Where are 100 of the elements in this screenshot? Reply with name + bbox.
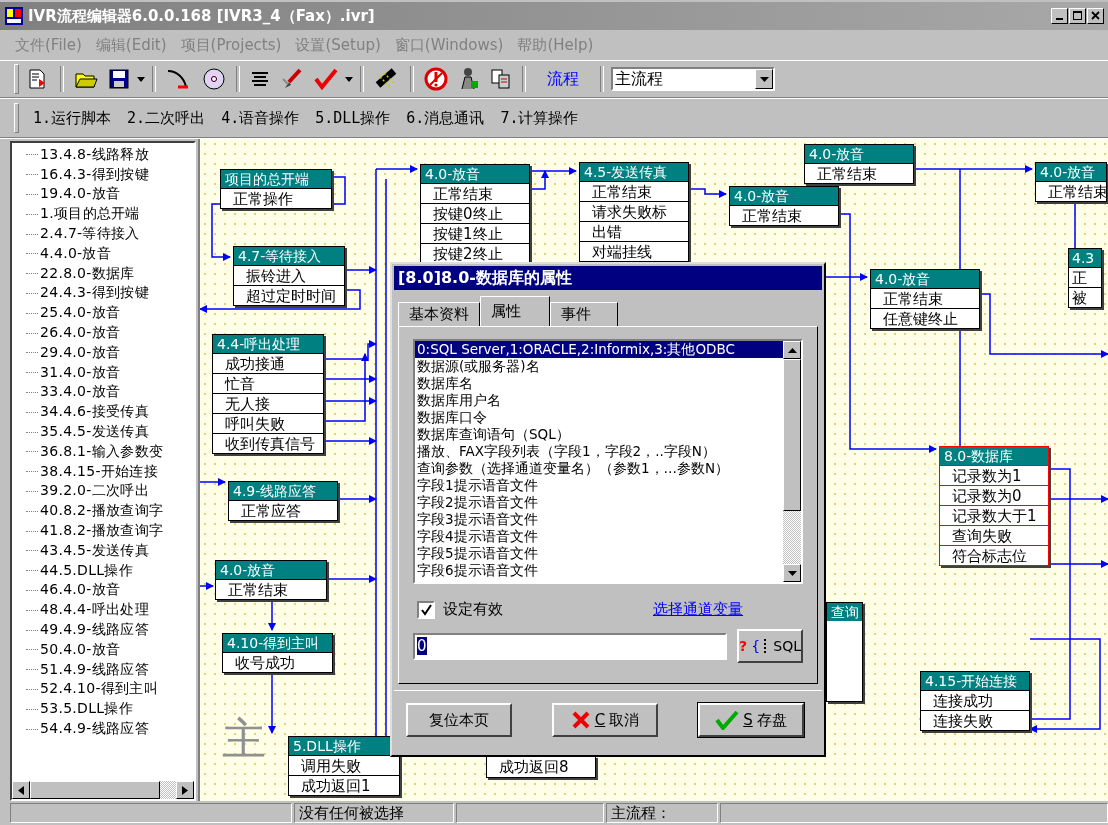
tree-item[interactable]: 54.4.9-线路应答 bbox=[40, 720, 149, 738]
node-output[interactable]: 成功返回1 bbox=[289, 775, 399, 795]
property-item[interactable]: 数据库查询语句（SQL） bbox=[415, 426, 783, 443]
tree-item[interactable]: 4.4.0-放音 bbox=[40, 244, 112, 263]
sql-button[interactable]: ?{ SQL bbox=[737, 629, 803, 663]
variable-link[interactable]: 选择通道变量 bbox=[653, 600, 743, 619]
node-output[interactable]: 按键1终止 bbox=[421, 223, 529, 243]
node-output[interactable]: 呼叫失败 bbox=[213, 413, 323, 433]
node-output[interactable]: 振铃进入 bbox=[234, 265, 344, 285]
tree-item[interactable]: 33.4.0-放音 bbox=[40, 383, 121, 402]
node-output[interactable]: 正常结束 bbox=[1036, 181, 1106, 201]
flow-node[interactable]: 4.0-放音 正常结束 bbox=[804, 144, 914, 184]
value-input[interactable]: 0 bbox=[413, 632, 727, 660]
node-output[interactable]: 正常结束 bbox=[730, 205, 838, 225]
caret-icon[interactable] bbox=[137, 74, 145, 84]
node-output[interactable]: 记录数大于1 bbox=[940, 505, 1048, 525]
property-item[interactable]: 数据源(或服务器)名 bbox=[415, 358, 783, 375]
node-output[interactable]: 正常结束 bbox=[421, 183, 529, 203]
module-button[interactable]: 2.二次呼出 bbox=[125, 108, 208, 128]
property-item[interactable]: 查询参数（选择通道变量名）（参数1，…参数N） bbox=[415, 460, 783, 477]
node-output[interactable]: 成功接通 bbox=[213, 353, 323, 373]
property-item[interactable]: 字段1提示语音文件 bbox=[415, 477, 783, 494]
node-output[interactable]: 记录数为1 bbox=[940, 465, 1048, 485]
flow-dropdown[interactable]: 主流程 bbox=[611, 67, 775, 91]
property-item[interactable]: 字段4提示语音文件 bbox=[415, 528, 783, 545]
tree-item[interactable]: 52.4.10-得到主叫 bbox=[40, 680, 159, 699]
save-button[interactable]: S 存盘 bbox=[698, 703, 804, 737]
property-item[interactable]: 字段2提示语音文件 bbox=[415, 494, 783, 511]
tree-item[interactable]: 35.4.5-发送传真 bbox=[40, 423, 149, 442]
node-output[interactable]: 正常结束 bbox=[805, 163, 913, 183]
tree-item[interactable]: 16.4.3-得到按键 bbox=[40, 165, 149, 184]
property-item[interactable]: 播放、FAX字段列表（字段1，字段2，..字段N） bbox=[415, 443, 783, 460]
flow-node[interactable]: 项目的总开端 正常操作 bbox=[220, 169, 332, 209]
tree-item[interactable]: 26.4.0-放音 bbox=[40, 324, 121, 343]
property-item[interactable]: 数据库名 bbox=[415, 375, 783, 392]
node-output[interactable]: 连接成功 bbox=[921, 690, 1029, 710]
tree-item[interactable]: 24.4.3-得到按键 bbox=[40, 284, 149, 303]
tree-item[interactable]: 2.4.7-等待接入 bbox=[40, 225, 140, 244]
node-output[interactable]: 查询失败 bbox=[940, 525, 1048, 545]
flow-node[interactable]: 8.0-数据库 记录数为1 记录数为0 记录数大于1 查询失败 符合标志位 bbox=[939, 446, 1049, 566]
module-button[interactable]: 7.计算操作 bbox=[498, 108, 581, 128]
tree-item[interactable]: 53.5.DLL操作 bbox=[40, 700, 133, 719]
node-output[interactable]: 收到传真信号 bbox=[213, 433, 323, 453]
node-output[interactable]: 出错 bbox=[580, 221, 688, 241]
reset-button[interactable]: 复位本页 bbox=[406, 703, 512, 737]
node-output[interactable]: 任意键终止 bbox=[871, 308, 979, 328]
close-button[interactable] bbox=[1087, 8, 1104, 24]
cancel-button[interactable]: C 取消 bbox=[552, 703, 658, 737]
module-button[interactable]: 1.运行脚本 bbox=[31, 108, 114, 128]
node-output[interactable]: 正常应答 bbox=[229, 500, 337, 520]
flow-node[interactable]: 4.3 正 被 bbox=[1068, 248, 1102, 308]
node-output[interactable]: 无人接 bbox=[213, 393, 323, 413]
scroll-thumb[interactable] bbox=[783, 359, 801, 511]
tree-item[interactable]: 29.4.0-放音 bbox=[40, 343, 121, 362]
tree-item[interactable]: 51.4.9-线路应答 bbox=[40, 660, 149, 679]
vertical-scrollbar[interactable] bbox=[783, 341, 801, 582]
tree-item[interactable]: 34.4.6-接受传真 bbox=[40, 403, 149, 422]
node-output[interactable]: 请求失败标 bbox=[580, 201, 688, 221]
flow-node[interactable]: 4.7-等待接入 振铃进入 超过定时时间 bbox=[233, 246, 345, 306]
flow-node[interactable]: 4.0-放音 正常结束 bbox=[1035, 162, 1107, 202]
maximize-button[interactable] bbox=[1069, 8, 1086, 24]
scroll-track[interactable] bbox=[160, 781, 176, 799]
node-output[interactable]: 记录数为0 bbox=[940, 485, 1048, 505]
flow-node[interactable]: 4.15-开始连接 连接成功 连接失败 bbox=[920, 671, 1030, 731]
tree-item[interactable]: 38.4.15-开始连接 bbox=[40, 462, 159, 481]
valid-checkbox[interactable]: 设定有效 bbox=[417, 600, 503, 619]
node-output[interactable]: 对端挂线 bbox=[580, 241, 688, 261]
module-button[interactable]: 6.消息通讯 bbox=[404, 108, 487, 128]
tree-item[interactable]: 43.4.5-发送传真 bbox=[40, 541, 149, 560]
module-button[interactable]: 4.语音操作 bbox=[219, 108, 302, 128]
node-output[interactable]: 按键0终止 bbox=[421, 203, 529, 223]
flow-node[interactable]: 5.DLL操作 调用失败 成功返回1 bbox=[288, 736, 400, 796]
flow-node[interactable]: 4.0-放音 正常结束 bbox=[729, 186, 839, 226]
tree-item[interactable]: 36.8.1-输入参数变 bbox=[40, 442, 164, 461]
node-output[interactable]: 符合标志位 bbox=[940, 545, 1048, 565]
node-output[interactable]: 忙音 bbox=[213, 373, 323, 393]
tree-item[interactable]: 40.8.2-播放查询字 bbox=[40, 502, 164, 521]
tab[interactable]: 基本资料 bbox=[398, 302, 480, 326]
node-output[interactable]: 正 bbox=[1069, 267, 1101, 287]
node-output[interactable]: 收号成功 bbox=[223, 652, 332, 672]
tree-item[interactable]: 48.4.4-呼出处理 bbox=[40, 601, 149, 620]
node-output[interactable]: 超过定时时间 bbox=[234, 285, 344, 305]
horizontal-scrollbar[interactable] bbox=[12, 781, 194, 799]
tree-item[interactable]: 41.8.2-播放查询字 bbox=[40, 522, 164, 541]
checkbox[interactable] bbox=[417, 600, 435, 619]
tree-item[interactable]: 46.4.0-放音 bbox=[40, 581, 121, 600]
flow-node[interactable]: 4.0-放音 正常结束 任意键终止 bbox=[870, 269, 980, 329]
tree-item[interactable]: 1.项目的总开端 bbox=[40, 205, 140, 224]
flow-node[interactable]: 4.10-得到主叫 收号成功 bbox=[222, 633, 333, 673]
scroll-thumb[interactable] bbox=[30, 781, 160, 799]
module-button[interactable]: 5.DLL操作 bbox=[313, 108, 393, 128]
flow-node[interactable]: 成功返回8 bbox=[486, 756, 596, 778]
tab[interactable]: 属性 bbox=[480, 296, 550, 326]
flow-node[interactable]: 4.5-发送传真 正常结束 请求失败标 出错 对端挂线 bbox=[579, 162, 689, 262]
tree-item[interactable]: 19.4.0-放音 bbox=[40, 185, 121, 204]
flow-node[interactable]: 4.0-放音 正常结束 bbox=[215, 560, 327, 600]
node-output[interactable]: 正常结束 bbox=[871, 288, 979, 308]
tree-item[interactable]: 39.2.0-二次呼出 bbox=[40, 482, 149, 501]
node-output[interactable]: 被 bbox=[1069, 287, 1101, 307]
node-output[interactable]: 正常操作 bbox=[221, 188, 331, 208]
